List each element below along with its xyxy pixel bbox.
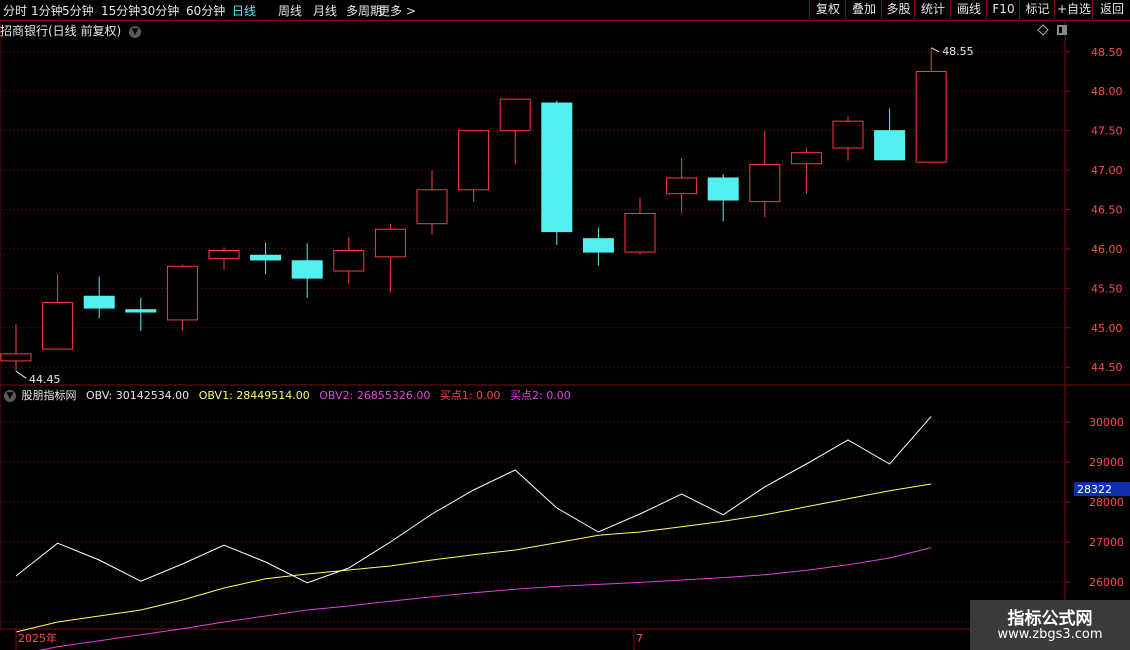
candle-body-down (541, 102, 573, 233)
watermark-title: 指标公式网 (1007, 609, 1093, 629)
candle-body-up (333, 250, 365, 272)
obv-value: OBV: 30142534.00 (86, 389, 190, 402)
candle-body-up (790, 152, 822, 165)
obv-series-obv1 (15, 483, 932, 633)
buy1-value: 买点1: 0.00 (439, 389, 501, 402)
price-tick-label: 45.50 (1091, 282, 1123, 295)
diamond-icon (1037, 24, 1049, 36)
candle-body-down (125, 309, 157, 313)
obv-series-obv2 (38, 547, 932, 650)
high-marker (930, 47, 940, 53)
price-tick-label: 46.50 (1091, 204, 1123, 217)
candle-body-up (416, 189, 448, 225)
candle-body-up (458, 130, 490, 191)
obv-tick-label: 28000 (1089, 496, 1124, 509)
watermark: 指标公式网 www.zbgs3.com (970, 600, 1130, 650)
obv-series-obv (15, 416, 932, 584)
candle-body-up (666, 177, 698, 195)
current-value-badge-label: 28322 (1077, 483, 1112, 496)
price-tick-label: 46.00 (1091, 243, 1123, 256)
buy2-value: 买点2: 0.00 (510, 389, 571, 402)
candle-body-down (250, 254, 282, 261)
candle-body-up (915, 70, 947, 163)
obv-tick-label: 29000 (1089, 456, 1124, 469)
candle-body-up (624, 212, 656, 253)
candle-body-up (42, 302, 74, 350)
price-tick-label: 45.00 (1091, 322, 1123, 335)
indicator-legend: ▼ 股朋指标网 OBV: 30142534.00 OBV1: 28449514.… (0, 387, 577, 403)
date-label: 7 (636, 632, 643, 645)
watermark-url: www.zbgs3.com (997, 627, 1103, 642)
obv-tick-label: 27000 (1089, 536, 1124, 549)
price-tick-label: 47.50 (1091, 125, 1123, 138)
candle-body-down (874, 130, 906, 161)
obv-tick-label: 26000 (1089, 576, 1124, 589)
obv2-value: OBV2: 26855326.00 (319, 389, 431, 402)
candle-body-up (749, 164, 781, 203)
price-tick-label: 48.50 (1091, 46, 1123, 59)
candle-body-down (291, 260, 323, 279)
high-label: 48.55 (942, 45, 974, 58)
price-tick-label: 48.00 (1091, 85, 1123, 98)
candle-body-up (208, 250, 240, 259)
low-marker (15, 370, 27, 379)
candle-body-up (832, 120, 864, 149)
candle-body-down (707, 177, 739, 201)
candle-body-up (166, 265, 198, 321)
obv1-value: OBV1: 28449514.00 (198, 389, 310, 402)
candle-body-down (582, 238, 614, 253)
date-label: 2025年 (18, 631, 57, 645)
candle-body-down (83, 295, 115, 309)
candle-body-up (374, 228, 406, 258)
low-label: 44.45 (29, 373, 61, 386)
price-tick-label: 44.50 (1091, 361, 1123, 374)
price-tick-label: 47.00 (1091, 164, 1123, 177)
obv-tick-label: 30000 (1089, 416, 1124, 429)
stock-chart: 48.50 48.00 47.50 47.00 46.50 46.00 45.50 45.00… (0, 20, 1130, 650)
chevron-down-icon[interactable]: ▼ (4, 390, 16, 402)
panel-toggle-icon-inner (1059, 27, 1062, 33)
indicator-name: 股朋指标网 (21, 389, 77, 402)
candle-body-up (499, 98, 531, 132)
candle-body-up (0, 353, 32, 362)
